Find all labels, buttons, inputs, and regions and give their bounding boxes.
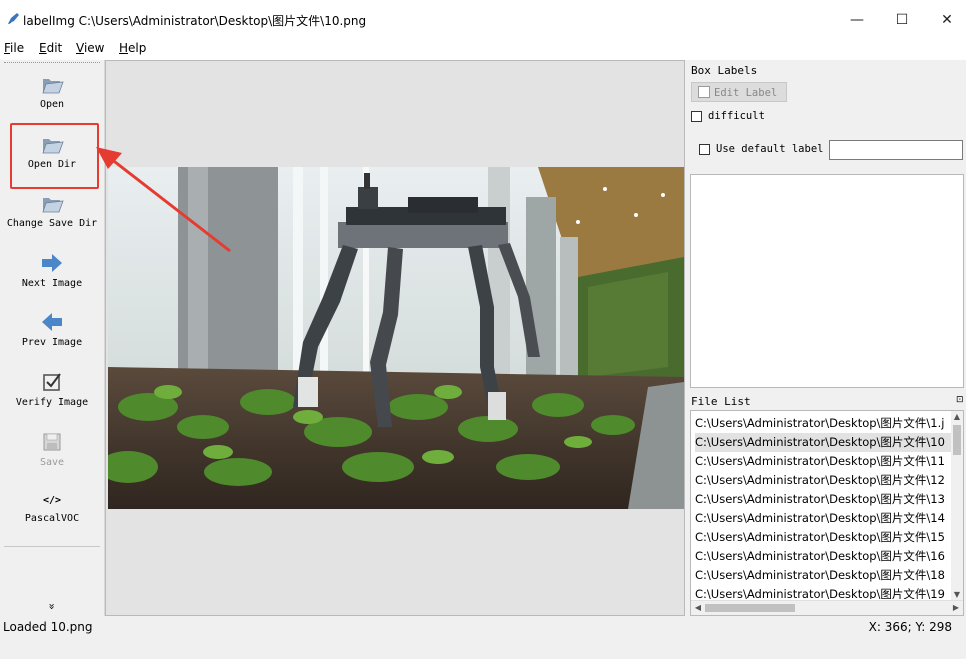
file-list-item[interactable]: C:\Users\Administrator\Desktop\图片文件\14 bbox=[695, 509, 951, 528]
use-default-label-checkbox[interactable] bbox=[699, 144, 710, 155]
minimize-button[interactable]: — bbox=[846, 10, 868, 30]
dock-float-icon[interactable]: ⊡ bbox=[956, 395, 964, 405]
title-bar: labelImg C:\Users\Administrator\Desktop\… bbox=[0, 0, 966, 40]
folder-open-icon bbox=[42, 79, 64, 94]
scroll-left-icon[interactable]: ◀ bbox=[691, 601, 705, 615]
use-default-label-text: Use default label bbox=[716, 143, 824, 155]
save-button[interactable]: Save bbox=[0, 430, 104, 468]
folder-open-icon bbox=[42, 198, 64, 213]
format-label: PascalVOC bbox=[24, 513, 80, 524]
app-logo-icon bbox=[8, 13, 19, 24]
file-list-title: File List bbox=[691, 395, 751, 408]
maximize-button[interactable]: ☐ bbox=[891, 10, 913, 30]
label-list[interactable] bbox=[690, 174, 964, 388]
file-list-vertical-scrollbar[interactable]: ▲ ▼ bbox=[951, 411, 963, 601]
open-label: Open bbox=[39, 99, 65, 110]
status-bar: Loaded 10.png X: 366; Y: 298 bbox=[0, 616, 966, 640]
menu-bar: File Edit View Help bbox=[0, 40, 966, 60]
change-save-dir-label: Change Save Dir bbox=[6, 218, 98, 229]
file-list-item[interactable]: C:\Users\Administrator\Desktop\图片文件\15 bbox=[695, 528, 951, 547]
menu-file[interactable]: File bbox=[4, 41, 24, 55]
toolbar-grip bbox=[4, 62, 100, 63]
file-list-item-selected[interactable]: C:\Users\Administrator\Desktop\图片文件\10 bbox=[695, 433, 951, 452]
checkbox-checked-icon bbox=[43, 373, 61, 391]
open-button[interactable]: Open bbox=[0, 72, 104, 110]
prev-image-label: Prev Image bbox=[21, 337, 83, 348]
scroll-up-icon[interactable]: ▲ bbox=[951, 411, 963, 423]
scroll-thumb[interactable] bbox=[705, 604, 795, 612]
box-labels-title: Box Labels bbox=[691, 64, 758, 77]
save-label: Save bbox=[39, 457, 65, 468]
edit-label-text: Edit Label bbox=[714, 87, 778, 99]
edit-label-button[interactable]: Edit Label bbox=[691, 82, 787, 102]
right-panel: Box Labels Edit Label difficult Use defa… bbox=[688, 60, 966, 616]
menu-view[interactable]: View bbox=[76, 41, 104, 55]
change-save-dir-button[interactable]: Change Save Dir bbox=[0, 191, 104, 229]
file-list-item[interactable]: C:\Users\Administrator\Desktop\图片文件\19 bbox=[695, 585, 951, 599]
cursor-coordinates: X: 366; Y: 298 bbox=[868, 620, 952, 634]
scroll-thumb[interactable] bbox=[953, 425, 961, 455]
annotation-arrow-icon bbox=[96, 147, 231, 253]
code-icon: </> bbox=[42, 495, 62, 506]
status-message: Loaded 10.png bbox=[3, 620, 93, 634]
file-list-item[interactable]: C:\Users\Administrator\Desktop\图片文件\13 bbox=[695, 490, 951, 509]
difficult-label: difficult bbox=[708, 110, 765, 122]
toolbar-extension-button[interactable]: » bbox=[46, 555, 59, 659]
floppy-disk-icon bbox=[43, 433, 61, 451]
verify-image-button[interactable]: Verify Image bbox=[0, 370, 104, 408]
annotation-highlight-box bbox=[10, 123, 99, 189]
file-list-horizontal-scrollbar[interactable]: ◀ ▶ bbox=[691, 600, 963, 615]
window-title: labelImg C:\Users\Administrator\Desktop\… bbox=[23, 14, 367, 28]
menu-help[interactable]: Help bbox=[119, 41, 146, 55]
prev-image-button[interactable]: Prev Image bbox=[0, 310, 104, 348]
arrow-right-icon bbox=[42, 254, 62, 272]
edit-pencil-icon bbox=[698, 86, 710, 98]
format-button[interactable]: </> PascalVOC bbox=[0, 492, 104, 524]
file-list[interactable]: C:\Users\Administrator\Desktop\图片文件\1.j … bbox=[690, 410, 964, 616]
image-canvas[interactable] bbox=[105, 60, 685, 616]
next-image-label: Next Image bbox=[21, 278, 83, 289]
verify-image-label: Verify Image bbox=[15, 397, 89, 408]
file-list-item[interactable]: C:\Users\Administrator\Desktop\图片文件\11 bbox=[695, 452, 951, 471]
file-list-item[interactable]: C:\Users\Administrator\Desktop\图片文件\16 bbox=[695, 547, 951, 566]
close-button[interactable]: ✕ bbox=[936, 10, 958, 30]
arrow-left-icon bbox=[42, 313, 62, 331]
file-list-item[interactable]: C:\Users\Administrator\Desktop\图片文件\12 bbox=[695, 471, 951, 490]
file-list-item[interactable]: C:\Users\Administrator\Desktop\图片文件\18 bbox=[695, 566, 951, 585]
toolbar-divider bbox=[4, 546, 100, 547]
difficult-checkbox[interactable] bbox=[691, 111, 702, 122]
menu-edit[interactable]: Edit bbox=[39, 41, 62, 55]
file-list-item[interactable]: C:\Users\Administrator\Desktop\图片文件\1.j bbox=[695, 414, 951, 433]
scroll-right-icon[interactable]: ▶ bbox=[949, 601, 963, 615]
default-label-input[interactable] bbox=[829, 140, 963, 160]
next-image-button[interactable]: Next Image bbox=[0, 251, 104, 289]
